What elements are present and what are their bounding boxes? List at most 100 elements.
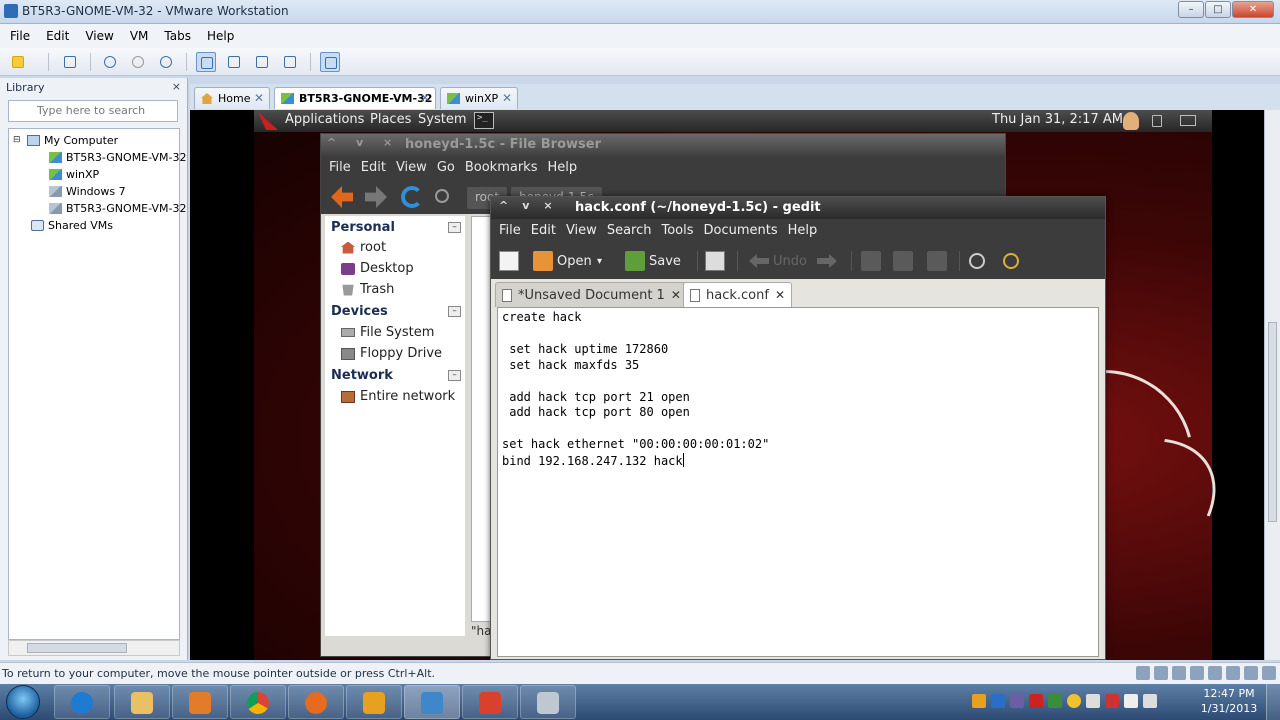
- redo-button[interactable]: [817, 249, 837, 273]
- menu-go[interactable]: Go: [437, 160, 455, 175]
- menu-file[interactable]: File: [499, 223, 521, 238]
- action-center-icon[interactable]: [1105, 694, 1119, 708]
- menu-file[interactable]: File: [10, 29, 30, 43]
- power-dropdown-icon[interactable]: [28, 52, 40, 72]
- reload-icon[interactable]: [401, 186, 423, 208]
- maximize-button[interactable]: □: [1205, 1, 1231, 18]
- sidebar-item-root[interactable]: root: [341, 240, 386, 255]
- print-button[interactable]: [705, 249, 725, 273]
- tray-app-icon[interactable]: [1010, 694, 1024, 708]
- network-adapter-icon[interactable]: [1172, 666, 1186, 680]
- library-horizontal-scrollbar[interactable]: [8, 640, 180, 656]
- snapshot-manager-icon[interactable]: [156, 52, 176, 72]
- terminal-icon[interactable]: >_: [474, 112, 494, 129]
- unity-icon[interactable]: [280, 52, 300, 72]
- copy-button[interactable]: [893, 249, 913, 273]
- show-desktop-button[interactable]: [1266, 684, 1280, 720]
- menu-tools[interactable]: Tools: [661, 223, 693, 238]
- cut-button[interactable]: [861, 249, 881, 273]
- hard-disk-icon[interactable]: [1136, 666, 1150, 680]
- open-button[interactable]: Open: [533, 249, 592, 273]
- menu-search[interactable]: Search: [607, 223, 652, 238]
- menu-help[interactable]: Help: [788, 223, 818, 238]
- taskbar-clock[interactable]: 12:47 PM 1/31/2013: [1194, 686, 1264, 716]
- close-button[interactable]: ✕: [1232, 1, 1274, 18]
- volume-icon[interactable]: [1143, 694, 1157, 708]
- tab-close-icon[interactable]: ✕: [254, 91, 264, 105]
- sidebar-item-file-system[interactable]: File System: [341, 325, 434, 340]
- sidebar-item-desktop[interactable]: Desktop: [341, 261, 414, 276]
- menu-help[interactable]: Help: [547, 160, 577, 175]
- save-button[interactable]: Save: [625, 249, 681, 273]
- menu-file[interactable]: File: [329, 160, 351, 175]
- tray-app-icon[interactable]: [1086, 694, 1100, 708]
- chevron-up-icon[interactable]: ^: [499, 199, 508, 212]
- tab-close-icon[interactable]: ✕: [502, 91, 512, 105]
- user-icon[interactable]: [1123, 112, 1139, 130]
- screen-recorder-icon[interactable]: [462, 685, 518, 719]
- network-icon[interactable]: [60, 52, 80, 72]
- menu-bookmarks[interactable]: Bookmarks: [465, 160, 538, 175]
- thumbnail-bar-icon[interactable]: [224, 52, 244, 72]
- collapse-icon[interactable]: ⊟: [13, 135, 23, 145]
- sidebar-item-floppy-drive[interactable]: Floppy Drive: [341, 346, 442, 361]
- mail-icon[interactable]: [1180, 115, 1196, 126]
- tree-item-vm[interactable]: BT5R3-GNOME-VM-32: [49, 200, 186, 216]
- tree-item-vm[interactable]: BT5R3-GNOME-VM-32: [49, 149, 186, 165]
- menu-view[interactable]: View: [396, 160, 427, 175]
- menu-tabs[interactable]: Tabs: [164, 29, 191, 43]
- menu-system[interactable]: System: [418, 112, 466, 127]
- tab-close-icon[interactable]: ✕: [775, 288, 785, 302]
- chrome-icon[interactable]: [230, 685, 286, 719]
- usb-icon[interactable]: [1190, 666, 1204, 680]
- vm-console[interactable]: Applications Places System >_ Thu Jan 31…: [190, 110, 1264, 660]
- sidebar-item-trash[interactable]: Trash: [341, 282, 394, 297]
- app-icon[interactable]: [346, 685, 402, 719]
- minimize-button[interactable]: –: [1178, 1, 1204, 18]
- tab-home[interactable]: Home ✕: [194, 87, 270, 109]
- window-controls[interactable]: ^ v ×: [327, 136, 400, 149]
- menu-edit[interactable]: Edit: [361, 160, 386, 175]
- calculator-icon[interactable]: [520, 685, 576, 719]
- menu-edit[interactable]: Edit: [46, 29, 69, 43]
- sound-icon[interactable]: [1208, 666, 1222, 680]
- internet-explorer-icon[interactable]: [54, 685, 110, 719]
- backtrack-desktop[interactable]: Applications Places System >_ Thu Jan 31…: [254, 110, 1245, 660]
- full-screen-icon[interactable]: [252, 52, 272, 72]
- chevron-down-icon[interactable]: v: [522, 199, 529, 212]
- cd-drive-icon[interactable]: [1154, 666, 1168, 680]
- volume-icon[interactable]: [1152, 115, 1162, 127]
- console-view-icon[interactable]: [320, 52, 340, 72]
- tree-item-my-computer[interactable]: ⊟ My Computer: [13, 132, 118, 148]
- gedit-title-bar[interactable]: ^ v × hack.conf (~/honeyd-1.5c) - gedit: [491, 197, 1105, 219]
- tab-hack-conf[interactable]: hack.conf ✕: [683, 282, 792, 307]
- display-icon[interactable]: [1226, 666, 1240, 680]
- library-view-icon[interactable]: [196, 52, 216, 72]
- tab-winxp[interactable]: winXP ✕: [440, 87, 518, 109]
- vmware-workstation-icon[interactable]: [404, 685, 460, 719]
- menu-applications[interactable]: Applications: [285, 112, 364, 127]
- menu-view[interactable]: View: [85, 29, 113, 43]
- file-browser-title-bar[interactable]: ^ v × honeyd-1.5c - File Browser: [321, 134, 1005, 156]
- dropbox-icon[interactable]: [991, 694, 1005, 708]
- back-arrow-icon[interactable]: [331, 186, 353, 208]
- open-dropdown[interactable]: ▾: [597, 249, 602, 273]
- library-close-icon[interactable]: ×: [172, 80, 181, 93]
- panel-clock[interactable]: Thu Jan 31, 2:17 AM: [992, 112, 1123, 127]
- console-vertical-scrollbar[interactable]: [1264, 110, 1280, 660]
- network-signal-icon[interactable]: [1124, 694, 1138, 708]
- firefox-icon[interactable]: [288, 685, 344, 719]
- sidebar-item-entire-network[interactable]: Entire network: [341, 389, 455, 404]
- tray-app-icon[interactable]: [972, 694, 986, 708]
- power-icon[interactable]: [8, 52, 28, 72]
- revert-snapshot-icon[interactable]: [128, 52, 148, 72]
- tab-close-icon[interactable]: ✕: [420, 91, 430, 105]
- find-button[interactable]: [969, 249, 985, 273]
- menu-places[interactable]: Places: [370, 112, 411, 127]
- collapse-icon[interactable]: –: [448, 222, 461, 233]
- library-search-input[interactable]: Type here to search: [8, 100, 178, 122]
- close-icon[interactable]: ×: [543, 199, 552, 212]
- forward-arrow-icon[interactable]: [365, 186, 387, 208]
- snapshot-icon[interactable]: [100, 52, 120, 72]
- replace-button[interactable]: [1003, 249, 1019, 273]
